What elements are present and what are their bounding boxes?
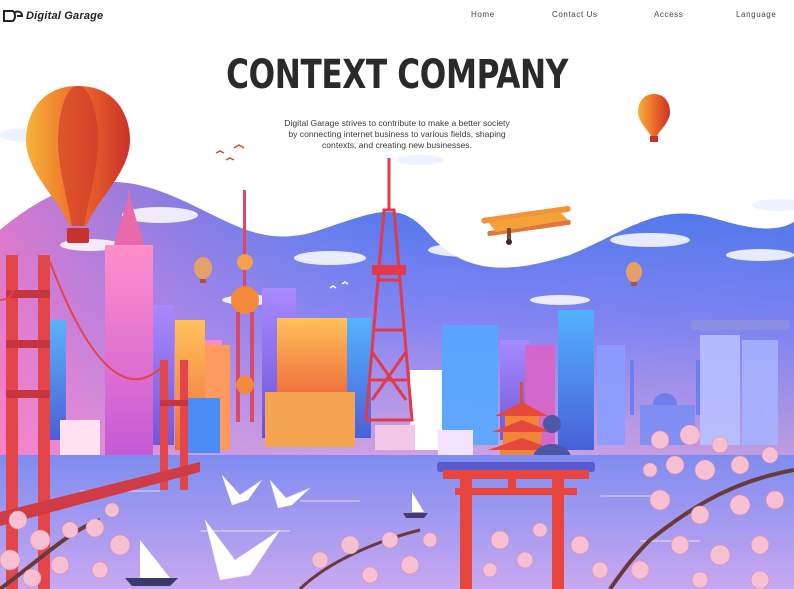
tokyo-tower-deck	[372, 265, 406, 275]
logo-link[interactable]: Digital Garage	[3, 8, 103, 24]
dg-logo-icon	[3, 10, 23, 22]
hero-description-line: Digital Garage strives to contribute to …	[284, 118, 510, 128]
page: Digital Garage Home Contact Us Access La…	[0, 0, 794, 589]
hero-description: Digital Garage strives to contribute to …	[257, 118, 537, 151]
hero-description-line: contexts, and creating new businesses.	[321, 140, 472, 150]
nav-access[interactable]: Access	[654, 10, 683, 19]
hot-air-balloon-small	[638, 94, 670, 142]
nav-language[interactable]: Language	[736, 10, 776, 19]
nav-home[interactable]: Home	[471, 10, 495, 19]
hero-title: CONTEXT COMPANY	[226, 52, 568, 98]
hero-description-line: by connecting internet business to vario…	[288, 129, 506, 139]
biplane	[481, 206, 571, 245]
nav-contact-us[interactable]: Contact Us	[552, 10, 598, 19]
brand-name: Digital Garage	[26, 10, 104, 22]
site-header: Digital Garage Home Contact Us Access La…	[0, 0, 794, 30]
